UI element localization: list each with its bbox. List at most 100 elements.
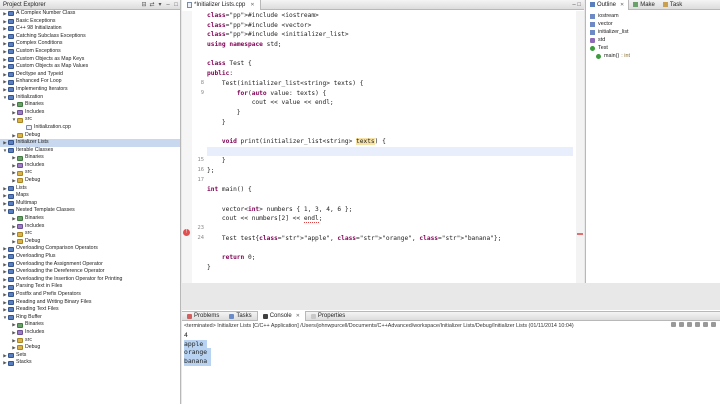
- tree-item[interactable]: ▶ A Complex Number Class: [0, 10, 180, 18]
- error-marker-icon[interactable]: !: [183, 229, 190, 236]
- tree-item[interactable]: ▶ Implementing Iterators: [0, 86, 180, 94]
- tab-task[interactable]: Task: [659, 0, 686, 10]
- code-text-area[interactable]: class="pp">#include <iostream> class="pp"…: [207, 11, 573, 273]
- close-outline-icon[interactable]: ✕: [620, 2, 624, 8]
- outline-item[interactable]: std: [590, 36, 720, 44]
- tree-item[interactable]: ▶ Binaries: [0, 154, 180, 162]
- outline-item[interactable]: iostream: [590, 12, 720, 20]
- code-line[interactable]: }: [207, 118, 573, 128]
- remove-launch-icon[interactable]: [679, 322, 684, 327]
- code-line[interactable]: }: [207, 156, 573, 166]
- tree-item[interactable]: ▶ Overloading Comparison Operators: [0, 245, 180, 253]
- code-line[interactable]: [207, 244, 573, 254]
- tree-item[interactable]: ▼ Iterable Classes: [0, 147, 180, 155]
- close-tab-icon[interactable]: ✕: [250, 2, 254, 8]
- tree-item[interactable]: ▶ Overloading Plus: [0, 253, 180, 261]
- code-line[interactable]: class="pp">#include <vector>: [207, 21, 573, 31]
- tree-item[interactable]: ▶ Stacks: [0, 359, 180, 367]
- tree-item[interactable]: ▶ Custom Objects as Map Keys: [0, 56, 180, 64]
- outline-item[interactable]: Test: [590, 44, 720, 52]
- tab-tasks[interactable]: Tasks: [224, 311, 256, 321]
- clear-console-icon[interactable]: [687, 322, 692, 327]
- tree-item[interactable]: ▶ Includes: [0, 329, 180, 337]
- tree-item[interactable]: ▼ Ring Buffer: [0, 314, 180, 322]
- code-line[interactable]: class="pp">#include <initializer_list>: [207, 30, 573, 40]
- tree-item[interactable]: ▶ Includes: [0, 223, 180, 231]
- tree-item[interactable]: ▶ Overloading the Dereference Operator: [0, 268, 180, 276]
- pin-console-icon[interactable]: [703, 322, 708, 327]
- tree-item[interactable]: ▶ Complex Conditions: [0, 40, 180, 48]
- tree-item[interactable]: ▶ Debug: [0, 238, 180, 246]
- code-line[interactable]: }: [207, 108, 573, 118]
- tree-item[interactable]: ▶ Overloading the Insertion Operator for …: [0, 276, 180, 284]
- code-line[interactable]: return 0;: [207, 253, 573, 263]
- tab-make[interactable]: Make: [629, 0, 659, 10]
- console-output[interactable]: 4 apple orange banana: [184, 331, 212, 366]
- close-console-icon[interactable]: ✕: [296, 313, 300, 319]
- tree-item[interactable]: ▶ Postfix and Prefix Operators: [0, 291, 180, 299]
- tree-item[interactable]: ▶ Enhanced For Loop: [0, 78, 180, 86]
- code-line[interactable]: public:: [207, 69, 573, 79]
- link-editor-icon[interactable]: ⇄: [148, 1, 156, 8]
- tree-item[interactable]: ▶ Binaries: [0, 215, 180, 223]
- overview-error-mark[interactable]: [577, 233, 583, 235]
- code-line[interactable]: int main() {: [207, 185, 573, 195]
- overview-ruler[interactable]: [576, 11, 584, 283]
- tree-item[interactable]: ▶ Binaries: [0, 321, 180, 329]
- scroll-lock-icon[interactable]: [695, 322, 700, 327]
- tree-item[interactable]: ▶ Custom Objects as Map Values: [0, 63, 180, 71]
- tree-item[interactable]: ▶ Catching Subclass Exceptions: [0, 33, 180, 41]
- code-line[interactable]: void print(initializer_list<string> text…: [207, 137, 573, 147]
- tree-item[interactable]: ▶ Basic Exceptions: [0, 18, 180, 26]
- code-line[interactable]: [207, 176, 573, 186]
- code-line[interactable]: cout << numbers[2] << endl;: [207, 214, 573, 224]
- tree-item[interactable]: ▶ Lists: [0, 185, 180, 193]
- code-line[interactable]: class="pp">#include <iostream>: [207, 11, 573, 21]
- editor-tab-initializer-lists[interactable]: *Initializer Lists.cpp ✕: [182, 0, 261, 10]
- code-line[interactable]: for(auto value: texts) {: [207, 89, 573, 99]
- code-line[interactable]: [207, 50, 573, 60]
- tree-item[interactable]: ▶ Reading Text Files: [0, 306, 180, 314]
- tree-item[interactable]: ▼ src: [0, 116, 180, 124]
- tree-item[interactable]: ▶ Binaries: [0, 101, 180, 109]
- code-line[interactable]: using namespace std;: [207, 40, 573, 50]
- tree-item[interactable]: ▶ Maps: [0, 192, 180, 200]
- code-line[interactable]: [207, 195, 573, 205]
- code-line[interactable]: }: [207, 263, 573, 273]
- tree-item[interactable]: ▶ Reading and Writing Binary Files: [0, 299, 180, 307]
- tree-item[interactable]: ▶ Multimap: [0, 200, 180, 208]
- display-console-icon[interactable]: [711, 322, 716, 327]
- code-line[interactable]: Test(initializer_list<string> texts) {: [207, 79, 573, 89]
- tab-console[interactable]: Console ✕: [256, 311, 306, 321]
- outline-item[interactable]: main(): int: [590, 52, 720, 60]
- tree-item[interactable]: ▶ src: [0, 337, 180, 345]
- code-line[interactable]: vector<int> numbers { 1, 3, 4, 6 };: [207, 205, 573, 215]
- code-line[interactable]: Test test{class="str">"apple", class="st…: [207, 234, 573, 244]
- outline-item[interactable]: initializer_list: [590, 28, 720, 36]
- maximize-icon[interactable]: □: [172, 2, 180, 8]
- tree-item[interactable]: ▶ src: [0, 169, 180, 177]
- tree-item[interactable]: Initialization.cpp: [0, 124, 180, 132]
- tree-item[interactable]: ▶ Includes: [0, 109, 180, 117]
- tab-problems[interactable]: Problems: [182, 311, 224, 321]
- code-line[interactable]: [207, 146, 573, 157]
- tree-item[interactable]: ▶ Decltype and Typeid: [0, 71, 180, 79]
- tree-item[interactable]: ▼ Initialization: [0, 94, 180, 102]
- tree-item[interactable]: ▼ Nested Template Classes: [0, 207, 180, 215]
- editor-window-controls[interactable]: – □: [572, 2, 584, 8]
- outline-item[interactable]: vector: [590, 20, 720, 28]
- collapse-all-icon[interactable]: ⊟: [140, 1, 148, 8]
- tree-item[interactable]: ▶ src: [0, 230, 180, 238]
- tree-item[interactable]: ▶ Debug: [0, 344, 180, 352]
- tab-outline[interactable]: Outline ✕: [586, 0, 630, 10]
- code-line[interactable]: cout << value << endl;: [207, 98, 573, 108]
- code-line[interactable]: };: [207, 166, 573, 176]
- tree-item[interactable]: ▶ Sets: [0, 352, 180, 360]
- tree-item[interactable]: ▶ Custom Exceptions: [0, 48, 180, 56]
- code-line[interactable]: class Test {: [207, 59, 573, 69]
- tree-item[interactable]: ▶ Overloading the Assignment Operator: [0, 261, 180, 269]
- code-line[interactable]: [207, 224, 573, 234]
- tree-item[interactable]: ▶ Initializer Lists: [0, 139, 180, 147]
- tree-item[interactable]: ▶ C++ 98 Initialization: [0, 25, 180, 33]
- terminate-icon[interactable]: [671, 322, 676, 327]
